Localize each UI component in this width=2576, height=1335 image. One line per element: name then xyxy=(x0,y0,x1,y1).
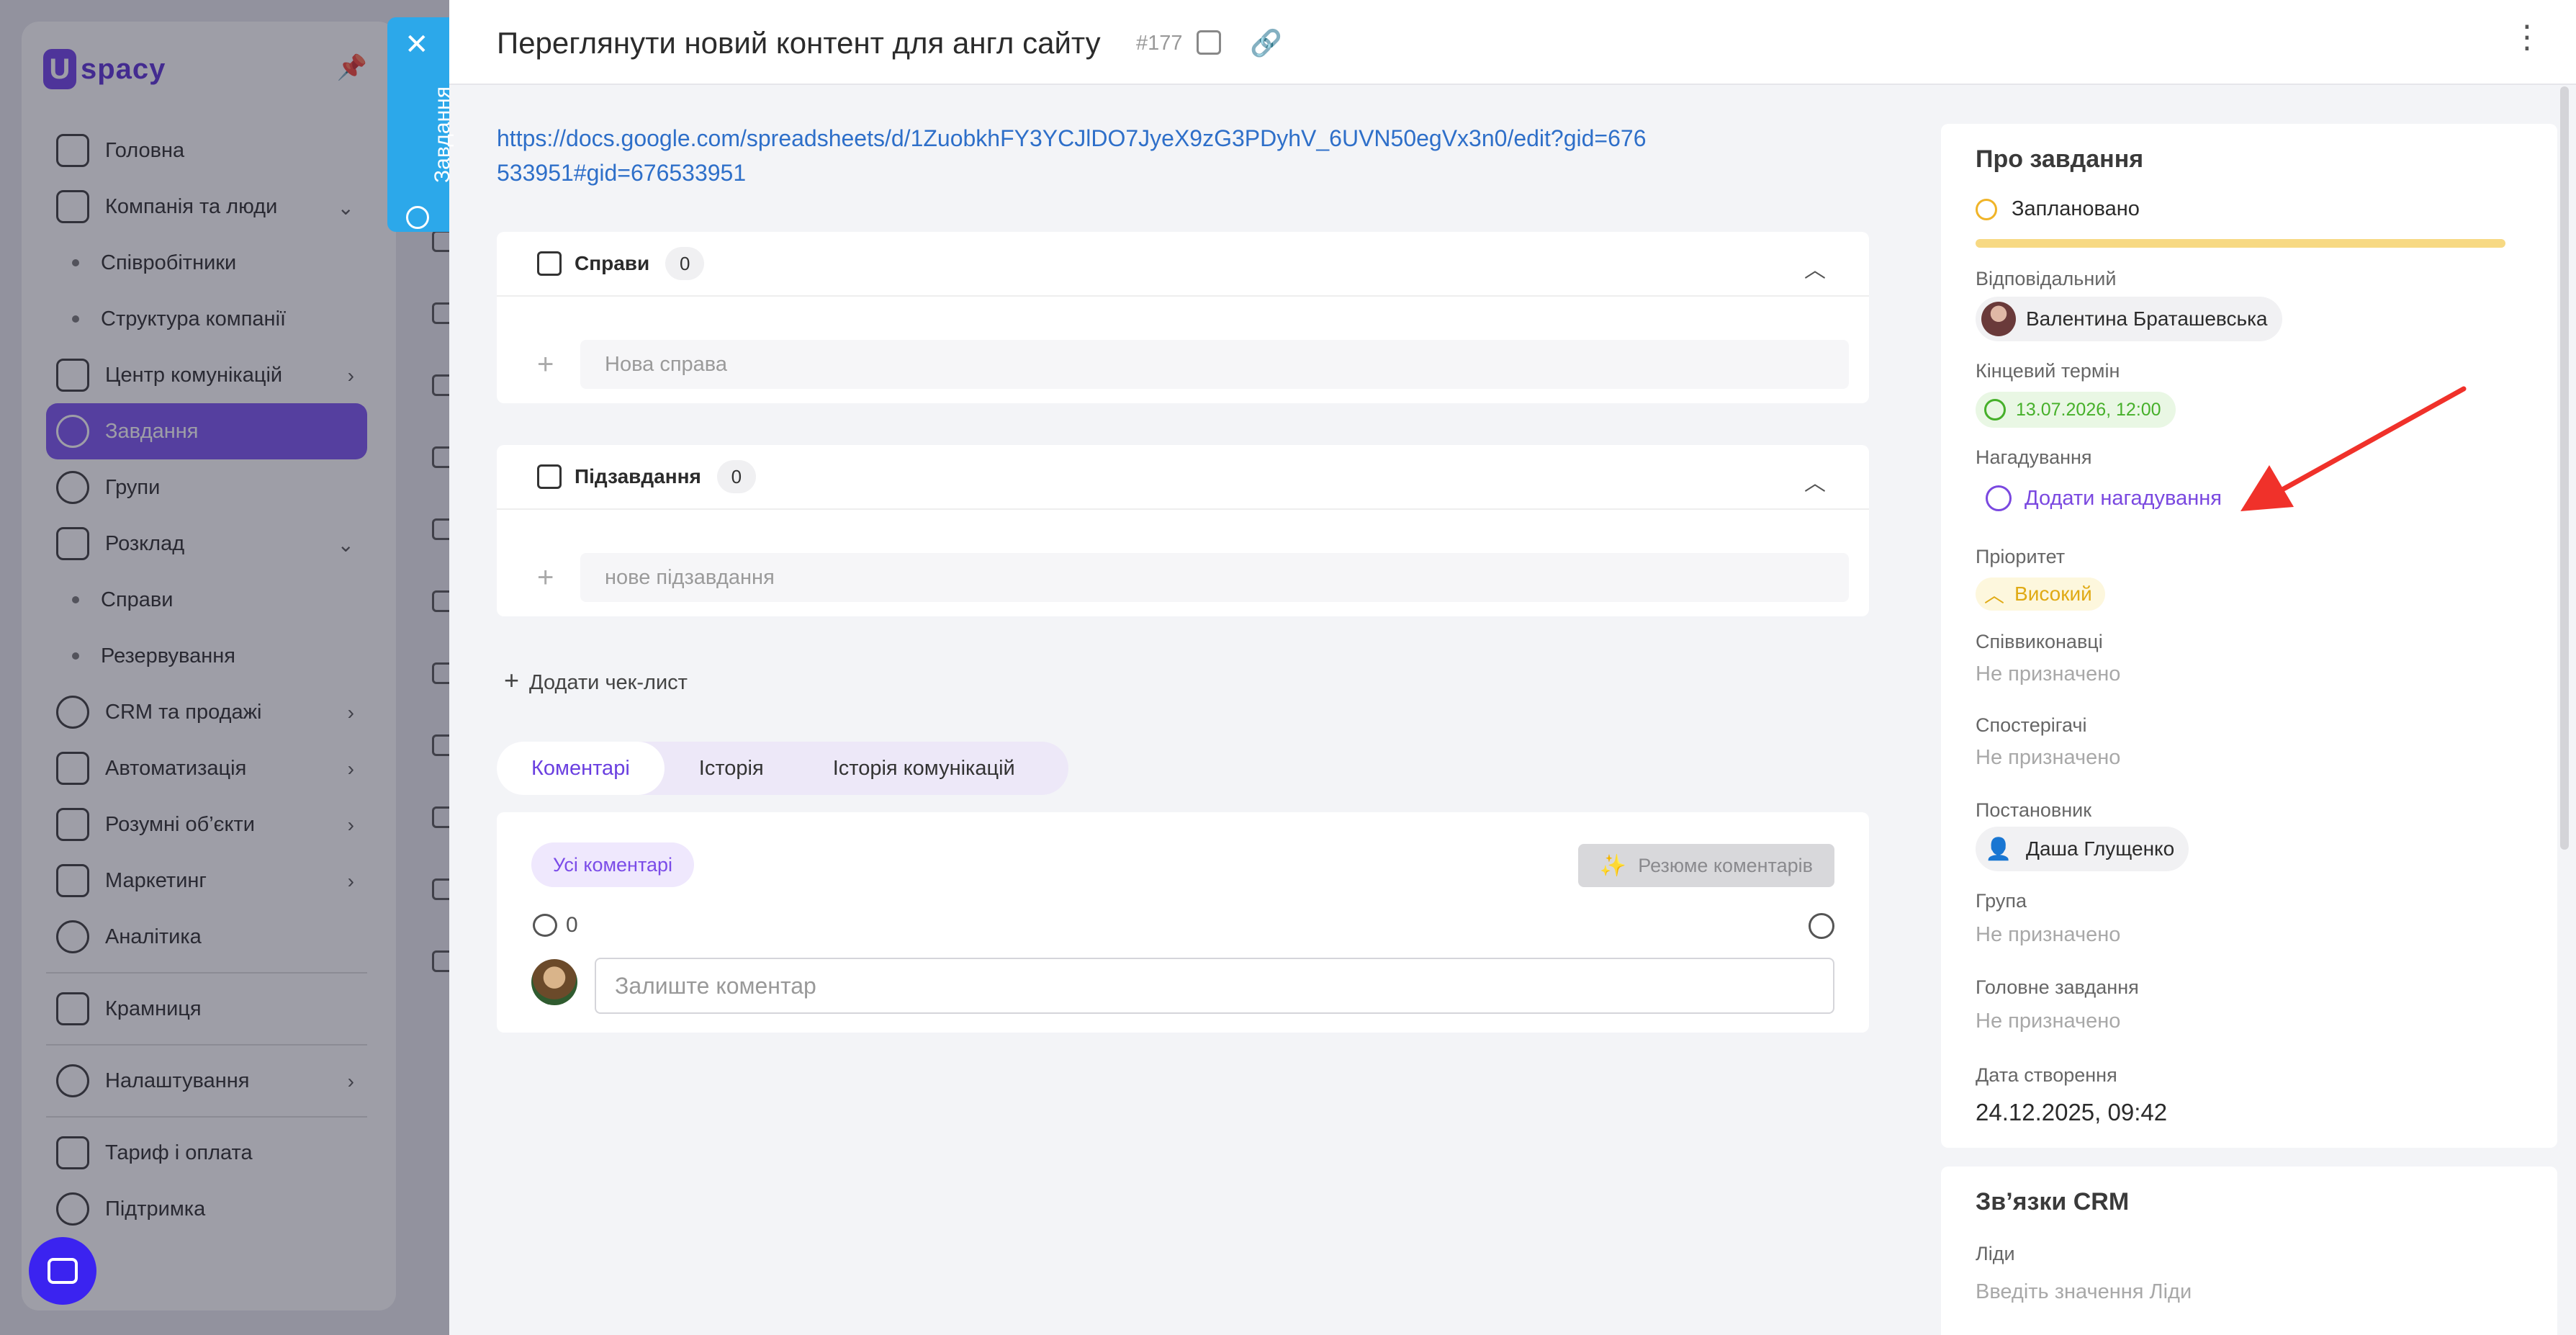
chat-launcher-button[interactable] xyxy=(29,1237,96,1305)
clock-icon xyxy=(1984,399,2006,421)
side-tab-label: Завдання xyxy=(431,86,454,183)
cases-count-badge: 0 xyxy=(665,247,705,280)
created-date-label: Дата створення xyxy=(1976,1064,2117,1086)
new-subtask-input[interactable]: нове підзавдання xyxy=(580,553,1849,602)
parent-task-label: Головне завдання xyxy=(1976,976,2139,998)
panel-header: Переглянути новий контент для англ сайту… xyxy=(449,0,2576,85)
subtasks-title: Підзавдання xyxy=(575,465,701,487)
all-comments-filter[interactable]: Усі коментарі xyxy=(531,842,695,887)
tab-communication-history[interactable]: Історія комунікацій xyxy=(798,742,1050,795)
leads-input[interactable]: Введіть значення Ліди xyxy=(1976,1280,2192,1304)
sparkle-icon: ✨ xyxy=(1599,853,1627,878)
new-case-input[interactable]: Нова справа xyxy=(580,340,1849,389)
user-icon: 👤 xyxy=(1981,832,2016,866)
subtasks-card: Підзавдання 0 ︿ + нове підзавдання xyxy=(497,445,1869,616)
coexecutors-label: Співвиконавці xyxy=(1976,631,2103,652)
created-date-value: 24.12.2025, 09:42 xyxy=(1976,1099,2168,1125)
status-selector[interactable]: Заплановано xyxy=(1976,197,2140,221)
avatar xyxy=(531,959,577,1005)
activity-tabs: Коментарі Історія Історія комунікацій xyxy=(497,742,1068,795)
clock-icon xyxy=(1976,198,1997,220)
group-label: Група xyxy=(1976,890,2027,912)
subtask-icon xyxy=(537,464,562,489)
crm-links-card: Зв’язки CRM Ліди Введіть значення Ліди xyxy=(1941,1167,2557,1335)
more-options-icon[interactable]: ⋮ xyxy=(2511,22,2543,53)
group-value[interactable]: Не призначено xyxy=(1976,923,2120,947)
comments-summary-label: Резюме коментарів xyxy=(1638,854,1813,876)
about-title: Про завдання xyxy=(1976,145,2144,173)
add-reminder-label: Додати нагадування xyxy=(2025,486,2222,510)
status-progress-bar xyxy=(1976,239,2505,248)
task-side-tab[interactable]: ✕ Завдання xyxy=(387,17,454,232)
tab-comments[interactable]: Коментарі xyxy=(497,742,665,795)
task-panel: Переглянути новий контент для англ сайту… xyxy=(449,0,2576,1335)
coexecutors-value[interactable]: Не призначено xyxy=(1976,662,2120,686)
new-case-row: + Нова справа xyxy=(537,340,1849,389)
crm-title: Зв’язки CRM xyxy=(1976,1188,2130,1215)
comments-summary-button[interactable]: ✨ Резюме коментарів xyxy=(1577,844,1834,887)
responsible-label: Відповідальний xyxy=(1976,268,2117,289)
search-icon[interactable] xyxy=(1809,913,1834,939)
status-label: Заплановано xyxy=(2012,197,2140,220)
plus-icon: + xyxy=(504,665,520,695)
creator-chip[interactable]: 👤 Даша Глущенко xyxy=(1976,827,2189,871)
cases-title: Справи xyxy=(575,252,650,274)
add-checklist-label: Додати чек-лист xyxy=(529,671,688,694)
close-icon[interactable]: ✕ xyxy=(405,30,429,59)
about-task-card: Про завдання Заплановано Відповідальний … xyxy=(1941,124,2557,1148)
add-checklist-button[interactable]: + Додати чек-лист xyxy=(504,665,688,696)
link-icon[interactable]: 🔗 xyxy=(1250,30,1282,56)
comment-bubble-icon xyxy=(533,914,557,937)
comment-count: 0 xyxy=(533,913,578,938)
reminder-label: Нагадування xyxy=(1976,446,2092,468)
deadline-value: 13.07.2026, 12:00 xyxy=(2016,399,2161,420)
chat-icon xyxy=(48,1258,78,1284)
creator-name: Даша Глущенко xyxy=(2026,837,2175,860)
alarm-clock-icon xyxy=(1986,485,2012,511)
priority-value: Високий xyxy=(2014,583,2092,605)
subtasks-count-badge: 0 xyxy=(716,460,756,493)
observers-value[interactable]: Не призначено xyxy=(1976,746,2120,770)
tab-history[interactable]: Історія xyxy=(665,742,798,795)
scrollbar[interactable] xyxy=(2560,86,2569,850)
comment-input[interactable]: Залиште коментар xyxy=(595,958,1834,1014)
chevron-up-icon[interactable]: ︿ xyxy=(1804,252,1826,284)
task-description-link[interactable]: https://docs.google.com/spreadsheets/d/1… xyxy=(497,121,1649,190)
task-number: #177 xyxy=(1136,32,1183,55)
priority-label: Пріоритет xyxy=(1976,546,2066,567)
deadline-chip[interactable]: 13.07.2026, 12:00 xyxy=(1976,392,2176,428)
comment-count-value: 0 xyxy=(566,913,578,937)
comments-section: Усі коментарі ✨ Резюме коментарів 0 Залиш… xyxy=(497,812,1869,1033)
chevron-up-icon[interactable]: ︿ xyxy=(1804,465,1826,497)
responsible-name: Валентина Браташевська xyxy=(2026,307,2268,330)
plus-icon[interactable]: + xyxy=(537,349,566,381)
responsible-chip[interactable]: Валентина Браташевська xyxy=(1976,297,2282,341)
deadline-label: Кінцевий термін xyxy=(1976,360,2120,382)
creator-label: Постановник xyxy=(1976,799,2092,821)
plus-icon[interactable]: + xyxy=(537,562,566,594)
observers-label: Спостерігачі xyxy=(1976,714,2087,736)
chevron-up-icon: ︿ xyxy=(1984,584,2005,606)
calendar-check-icon xyxy=(537,251,562,276)
clock-check-icon xyxy=(406,206,429,229)
add-reminder-button[interactable]: Додати нагадування xyxy=(1986,485,2222,511)
priority-chip[interactable]: ︿ Високий xyxy=(1976,577,2105,611)
copy-icon[interactable] xyxy=(1197,30,1221,55)
cases-card: Справи 0 ︿ + Нова справа xyxy=(497,232,1869,403)
parent-task-value[interactable]: Не призначено xyxy=(1976,1010,2120,1033)
subtasks-header[interactable]: Підзавдання 0 ︿ xyxy=(497,445,1869,510)
task-title[interactable]: Переглянути новий контент для англ сайту xyxy=(497,26,1101,60)
new-subtask-row: + нове підзавдання xyxy=(537,553,1849,602)
leads-label: Ліди xyxy=(1976,1243,2015,1264)
cases-header[interactable]: Справи 0 ︿ xyxy=(497,232,1869,297)
avatar xyxy=(1981,302,2016,336)
